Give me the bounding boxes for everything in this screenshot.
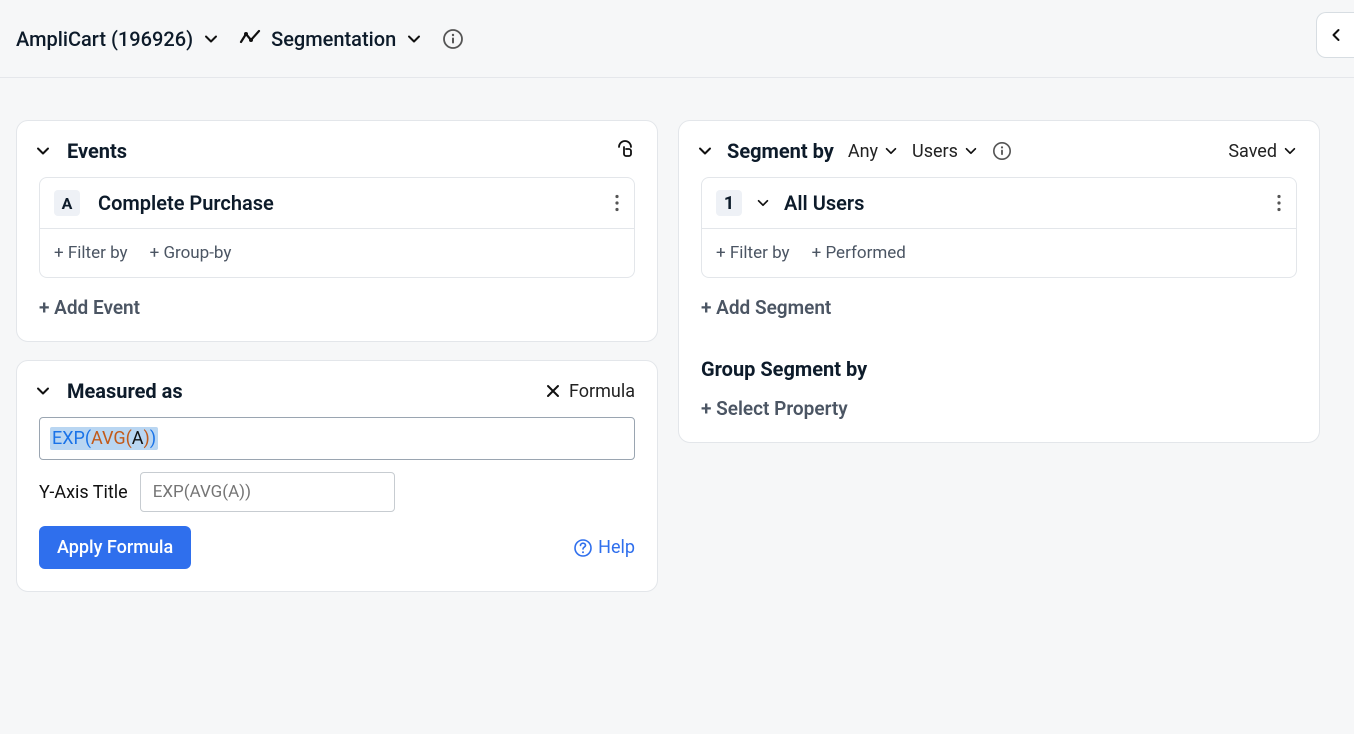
segment-card: Segment by Any Users Saved [678,120,1320,443]
chart-type-selector[interactable]: Segmentation [239,27,422,51]
segment-any-dropdown[interactable]: Any [848,141,898,162]
tap-icon [615,140,635,162]
content-area: Events A Complete Purchase [0,78,1354,612]
info-button[interactable] [442,28,464,50]
add-segment-button[interactable]: + Add Segment [679,278,1319,341]
segment-info-button[interactable] [992,141,1012,161]
chevron-down-icon [884,144,898,158]
group-segment-title: Group Segment by [679,341,1319,391]
info-icon [442,28,464,50]
info-icon [992,141,1012,161]
segment-title: Segment by [727,139,834,163]
select-property-button[interactable]: + Select Property [679,391,1319,442]
any-label: Any [848,141,878,162]
chart-type-label: Segmentation [271,27,396,51]
chevron-down-icon [203,31,219,47]
project-label: AmpliCart (196926) [16,27,193,51]
event-more-button[interactable] [614,194,620,212]
formula-token-arg: A [132,428,144,449]
chevron-down-icon[interactable] [35,143,51,159]
formula-toggle-button[interactable]: Formula [545,381,635,402]
group-by-button[interactable]: + Group-by [150,243,232,263]
chevron-down-icon [406,31,422,47]
segment-filter-by-button[interactable]: + Filter by [716,243,790,263]
measured-title: Measured as [67,379,183,403]
help-icon [574,539,592,557]
chevron-left-icon [1328,27,1344,43]
chevron-down-icon [964,144,978,158]
segment-number-badge: 1 [716,190,742,216]
right-column: Segment by Any Users Saved [678,120,1320,443]
segment-row[interactable]: 1 All Users [701,177,1297,229]
segment-users-dropdown[interactable]: Users [912,141,978,162]
help-link[interactable]: Help [574,537,635,558]
event-row[interactable]: A Complete Purchase [39,177,635,229]
segment-more-button[interactable] [1276,194,1282,212]
saved-label: Saved [1228,141,1277,162]
formula-label: Formula [569,381,635,402]
segmentation-icon [239,28,261,50]
chevron-down-icon[interactable] [35,383,51,399]
users-label: Users [912,141,958,162]
formula-token-close2: ) [150,428,156,449]
events-title: Events [67,139,127,163]
segment-name-label: All Users [784,191,864,215]
event-letter-badge: A [54,190,80,216]
formula-token-exp: EXP( [52,428,91,449]
events-action-button[interactable] [615,140,635,162]
saved-segments-button[interactable]: Saved [1228,141,1297,162]
more-vertical-icon [614,194,620,212]
formula-input[interactable]: EXP(AVG(A)) [39,417,635,460]
y-axis-title-input[interactable] [140,472,395,512]
chevron-down-icon[interactable] [756,196,770,210]
performed-button[interactable]: + Performed [812,243,906,263]
apply-formula-button[interactable]: Apply Formula [39,526,191,569]
chevron-down-icon [1283,144,1297,158]
filter-by-button[interactable]: + Filter by [54,243,128,263]
collapse-right-panel-button[interactable] [1316,12,1354,58]
chevron-down-icon[interactable] [697,143,713,159]
formula-token-avg: AVG( [91,428,132,449]
y-axis-title-label: Y-Axis Title [39,482,128,503]
left-column: Events A Complete Purchase [16,120,658,592]
close-icon [545,383,561,399]
measured-card: Measured as Formula EXP(AVG(A)) Y-Axis T… [16,360,658,592]
event-name-label: Complete Purchase [98,191,274,215]
help-label: Help [598,537,635,558]
add-event-button[interactable]: + Add Event [17,278,657,341]
event-filter-row: + Filter by + Group-by [39,229,635,278]
topbar: AmpliCart (196926) Segmentation [0,0,1354,78]
segment-filter-row: + Filter by + Performed [701,229,1297,278]
events-card: Events A Complete Purchase [16,120,658,342]
project-selector[interactable]: AmpliCart (196926) [16,27,219,51]
more-vertical-icon [1276,194,1282,212]
